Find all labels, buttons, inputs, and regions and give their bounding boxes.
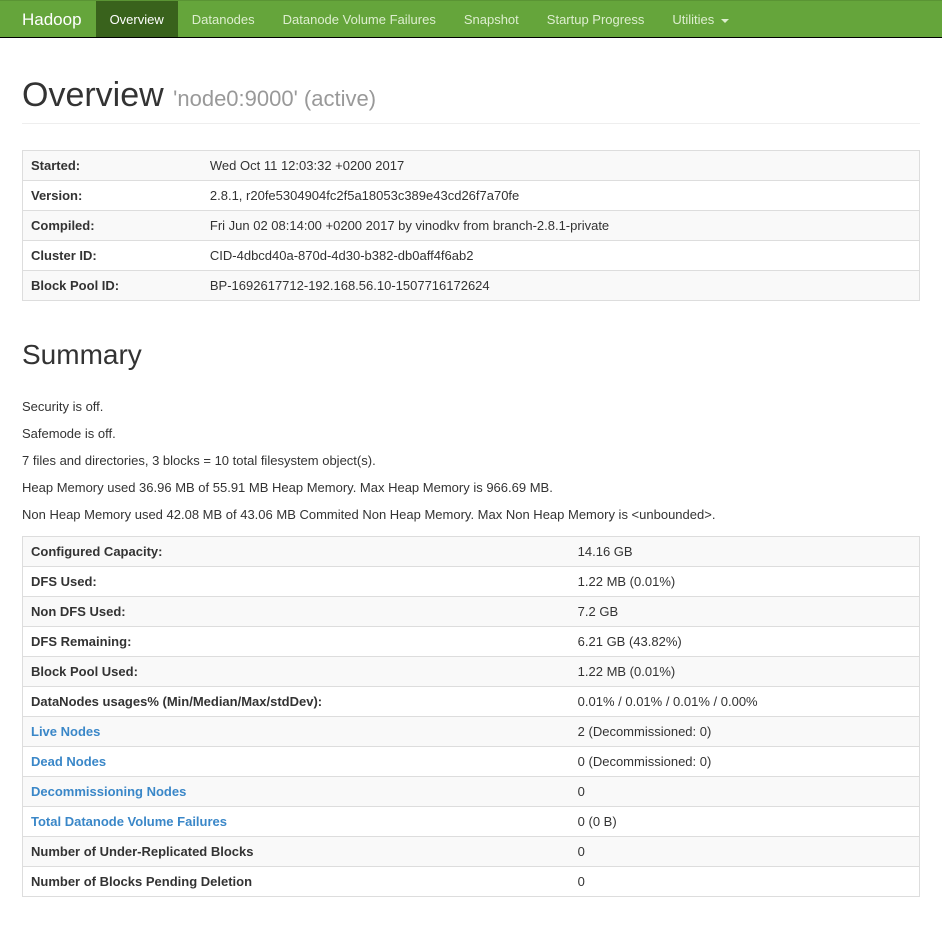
chevron-down-icon [721, 19, 729, 23]
summary-line: 7 files and directories, 3 blocks = 10 t… [22, 453, 920, 468]
page-title-sub: 'node0:9000' (active) [173, 86, 376, 111]
main-container: Overview 'node0:9000' (active) Started:W… [0, 76, 942, 927]
overview-row: Version:2.8.1, r20fe5304904fc2f5a18053c3… [23, 181, 920, 211]
overview-row-value: Wed Oct 11 12:03:32 +0200 2017 [202, 151, 920, 181]
overview-row: Compiled:Fri Jun 02 08:14:00 +0200 2017 … [23, 211, 920, 241]
summary-row-label: DataNodes usages% (Min/Median/Max/stdDev… [23, 687, 570, 717]
summary-row-value: 1.22 MB (0.01%) [570, 567, 920, 597]
navbar: Hadoop OverviewDatanodesDatanode Volume … [0, 0, 942, 38]
summary-row-value: 1.22 MB (0.01%) [570, 657, 920, 687]
summary-row-label: Block Pool Used: [23, 657, 570, 687]
summary-row-value: 0 [570, 777, 920, 807]
summary-row: Live Nodes 2 (Decommissioned: 0) [23, 717, 920, 747]
page-title: Overview 'node0:9000' (active) [22, 76, 920, 124]
summary-row: Dead Nodes 0 (Decommissioned: 0) [23, 747, 920, 777]
summary-row: DFS Remaining:6.21 GB (43.82%) [23, 627, 920, 657]
summary-row: Total Datanode Volume Failures 0 (0 B) [23, 807, 920, 837]
overview-row: Started:Wed Oct 11 12:03:32 +0200 2017 [23, 151, 920, 181]
summary-row-value: 2 (Decommissioned: 0) [570, 717, 920, 747]
brand[interactable]: Hadoop [14, 1, 96, 37]
summary-row-label: Decommissioning Nodes [23, 777, 570, 807]
summary-row-label: Number of Under-Replicated Blocks [23, 837, 570, 867]
overview-table: Started:Wed Oct 11 12:03:32 +0200 2017Ve… [22, 150, 920, 301]
summary-row-link[interactable]: Decommissioning Nodes [31, 784, 186, 799]
summary-row-value: 6.21 GB (43.82%) [570, 627, 920, 657]
summary-row-label: Configured Capacity: [23, 537, 570, 567]
summary-text: Security is off. Safemode is off. 7 files … [22, 399, 920, 522]
overview-row-label: Cluster ID: [23, 241, 202, 271]
overview-row-value: CID-4dbcd40a-870d-4d30-b382-db0aff4f6ab2 [202, 241, 920, 271]
overview-row-label: Block Pool ID: [23, 271, 202, 301]
summary-row-label: Live Nodes [23, 717, 570, 747]
overview-row-label: Compiled: [23, 211, 202, 241]
summary-row-label: Number of Blocks Pending Deletion [23, 867, 570, 897]
summary-row-value: 0 [570, 867, 920, 897]
summary-row: DataNodes usages% (Min/Median/Max/stdDev… [23, 687, 920, 717]
overview-row-label: Version: [23, 181, 202, 211]
summary-row: Block Pool Used:1.22 MB (0.01%) [23, 657, 920, 687]
summary-row-value: 7.2 GB [570, 597, 920, 627]
summary-row-label: DFS Used: [23, 567, 570, 597]
overview-row-value: BP-1692617712-192.168.56.10-150771617262… [202, 271, 920, 301]
summary-row-value: 0.01% / 0.01% / 0.01% / 0.00% [570, 687, 920, 717]
summary-row-value: 0 (0 B) [570, 807, 920, 837]
summary-row-value: 0 [570, 837, 920, 867]
nav-item-datanode-volume-failures[interactable]: Datanode Volume Failures [269, 1, 450, 37]
nav-item-overview[interactable]: Overview [96, 1, 178, 37]
summary-row-label: Non DFS Used: [23, 597, 570, 627]
page-title-text: Overview [22, 76, 164, 114]
summary-row: Configured Capacity:14.16 GB [23, 537, 920, 567]
summary-row-value: 0 (Decommissioned: 0) [570, 747, 920, 777]
nav-item-utilities[interactable]: Utilities [658, 1, 743, 37]
summary-row: Number of Blocks Pending Deletion0 [23, 867, 920, 897]
summary-row: Non DFS Used:7.2 GB [23, 597, 920, 627]
nav-item-datanodes[interactable]: Datanodes [178, 1, 269, 37]
summary-line: Heap Memory used 36.96 MB of 55.91 MB He… [22, 480, 920, 495]
summary-row: Decommissioning Nodes 0 [23, 777, 920, 807]
summary-line: Security is off. [22, 399, 920, 414]
nav-item-snapshot[interactable]: Snapshot [450, 1, 533, 37]
overview-row-label: Started: [23, 151, 202, 181]
summary-line: Non Heap Memory used 42.08 MB of 43.06 M… [22, 507, 920, 522]
overview-row: Block Pool ID:BP-1692617712-192.168.56.1… [23, 271, 920, 301]
overview-row-value: Fri Jun 02 08:14:00 +0200 2017 by vinodk… [202, 211, 920, 241]
summary-row: DFS Used:1.22 MB (0.01%) [23, 567, 920, 597]
summary-heading: Summary [22, 339, 920, 371]
summary-row: Number of Under-Replicated Blocks0 [23, 837, 920, 867]
summary-row-link[interactable]: Live Nodes [31, 724, 100, 739]
summary-table: Configured Capacity:14.16 GBDFS Used:1.2… [22, 536, 920, 897]
summary-row-link[interactable]: Total Datanode Volume Failures [31, 814, 227, 829]
summary-row-link[interactable]: Dead Nodes [31, 754, 106, 769]
summary-row-value: 14.16 GB [570, 537, 920, 567]
summary-row-label: Total Datanode Volume Failures [23, 807, 570, 837]
nav-item-startup-progress[interactable]: Startup Progress [533, 1, 659, 37]
overview-row-value: 2.8.1, r20fe5304904fc2f5a18053c389e43cd2… [202, 181, 920, 211]
summary-row-label: Dead Nodes [23, 747, 570, 777]
overview-row: Cluster ID:CID-4dbcd40a-870d-4d30-b382-d… [23, 241, 920, 271]
summary-line: Safemode is off. [22, 426, 920, 441]
summary-row-label: DFS Remaining: [23, 627, 570, 657]
